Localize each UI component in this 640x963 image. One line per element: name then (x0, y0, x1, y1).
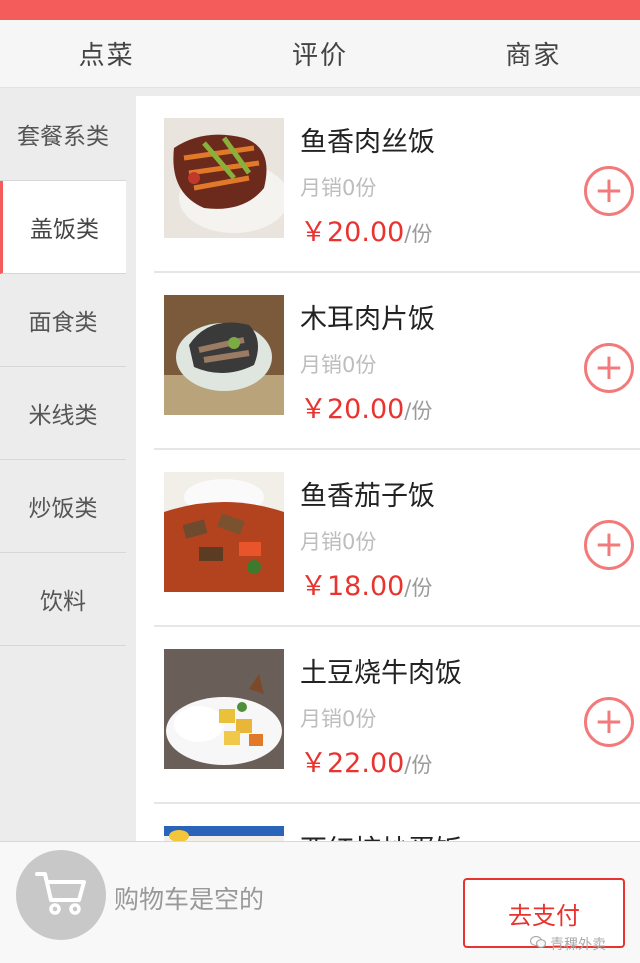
tab-order[interactable]: 点菜 (0, 20, 213, 87)
dish-name: 土豆烧牛肉饭 (300, 658, 462, 689)
cart-bar: 购物车是空的 去支付 青稞外卖 (0, 841, 640, 963)
dish-price: ￥20.00/份 (300, 217, 433, 248)
menu-list[interactable]: 鱼香肉丝饭 月销0份 ￥20.00/份 + 木耳肉片饭 月销0份 ￥20.00/… (126, 88, 640, 841)
dish-name: 鱼香茄子饭 (300, 481, 435, 512)
list-item: 鱼香茄子饭 月销0份 ￥18.00/份 + (154, 450, 640, 627)
dish-price: ￥20.00/份 (300, 394, 433, 425)
monthly-sales: 月销0份 (300, 707, 377, 731)
dish-image-shredded-pork (164, 118, 284, 238)
tab-reviews[interactable]: 评价 (213, 20, 426, 87)
category-sidebar: 套餐系类 盖饭类 面食类 米线类 炒饭类 饮料 (0, 88, 126, 841)
list-item: 木耳肉片饭 月销0份 ￥20.00/份 + (154, 273, 640, 450)
chat-bubble-icon (529, 935, 547, 953)
dish-name: 鱼香肉丝饭 (300, 127, 435, 158)
category-drinks[interactable]: 饮料 (0, 553, 126, 646)
monthly-sales: 月销0份 (300, 353, 377, 377)
add-to-cart-button[interactable]: + (584, 520, 634, 570)
category-rice-noodles[interactable]: 米线类 (0, 367, 126, 460)
category-fried-rice[interactable]: 炒饭类 (0, 460, 126, 553)
category-rice-bowls[interactable]: 盖饭类 (0, 181, 126, 274)
cart-button[interactable] (16, 850, 106, 940)
dish-name: 木耳肉片饭 (300, 304, 435, 335)
cart-icon (35, 870, 87, 920)
list-item: 西红柿炒蛋饭 (154, 804, 640, 841)
list-item: 土豆烧牛肉饭 月销0份 ￥22.00/份 + (154, 627, 640, 804)
category-set-meals[interactable]: 套餐系类 (0, 88, 126, 181)
add-to-cart-button[interactable]: + (584, 697, 634, 747)
dish-image-eggplant (164, 472, 284, 592)
status-bar (0, 0, 640, 20)
dish-image-potato-beef (164, 649, 284, 769)
add-to-cart-button[interactable]: + (584, 166, 634, 216)
add-to-cart-button[interactable]: + (584, 343, 634, 393)
dish-price: ￥18.00/份 (300, 571, 433, 602)
category-noodles[interactable]: 面食类 (0, 274, 126, 367)
dish-price: ￥22.00/份 (300, 748, 433, 779)
cart-empty-text: 购物车是空的 (114, 885, 265, 914)
tab-merchant[interactable]: 商家 (427, 20, 640, 87)
watermark: 青稞外卖 (529, 934, 606, 954)
dish-image-tomato-egg (164, 826, 284, 841)
monthly-sales: 月销0份 (300, 176, 377, 200)
list-item: 鱼香肉丝饭 月销0份 ￥20.00/份 + (154, 96, 640, 273)
monthly-sales: 月销0份 (300, 530, 377, 554)
dish-name: 西红柿炒蛋饭 (300, 828, 462, 841)
top-tabs: 点菜 评价 商家 (0, 20, 640, 88)
dish-image-wood-ear-pork (164, 295, 284, 415)
